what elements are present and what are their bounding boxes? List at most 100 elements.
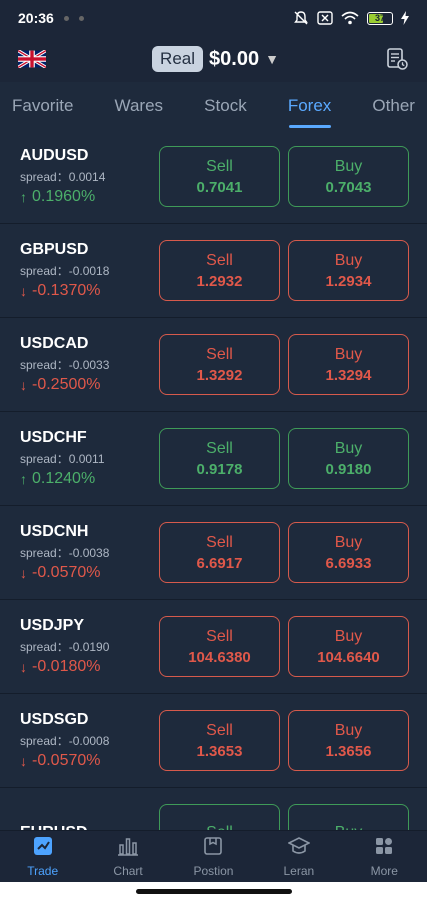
chart-icon [117,835,139,862]
orders-document-icon[interactable] [385,47,409,71]
change-percent: ↓ -0.0180% [20,658,109,676]
sell-button[interactable]: Sell 1.2932 [159,240,280,301]
sell-label: Sell [206,533,233,551]
sell-button[interactable]: Sell 6.6917 [159,522,280,583]
account-balance: $0.00 [209,47,260,70]
change-value: -0.0570% [32,752,101,769]
uk-flag-icon[interactable] [18,50,46,68]
quote-row[interactable]: USDSGD spread：-0.0008 ↓ -0.0570% Sell 1.3653 B… [0,694,427,788]
nav-more[interactable]: More [349,835,419,878]
nav-postion[interactable]: Postion [178,835,248,878]
change-percent: ↑ 0.1240% [20,470,105,488]
buy-price: 0.7043 [325,178,372,196]
symbol-info: USDCHF spread：0.0011 ↑ 0.1240% [20,429,105,488]
arrow-down-icon: ↓ [20,753,27,769]
buy-button[interactable]: Buy 104.6640 [288,616,409,677]
buy-price: 1.3294 [325,366,372,384]
buy-button[interactable]: Buy 1.3656 [288,710,409,771]
change-value: -0.0570% [32,564,101,581]
buy-button[interactable]: Buy [288,804,409,830]
dropdown-caret-icon[interactable]: ▼ [265,51,279,67]
quote-row[interactable]: AUDUSD spread：0.0014 ↑ 0.1960% Sell 0.7041 Buy… [0,130,427,224]
change-value: -0.2500% [32,376,101,393]
sell-button[interactable]: Sell 104.6380 [159,616,280,677]
symbol-info: USDJPY spread：-0.0190 ↓ -0.0180% [20,617,109,676]
sell-price: 1.2932 [196,272,243,290]
sell-label: Sell [206,439,233,457]
quote-row[interactable]: GBPUSD spread：-0.0018 ↓ -0.1370% Sell 1.2932 B… [0,224,427,318]
account-type-badge[interactable]: Real [152,46,204,72]
sell-price: 104.6380 [188,648,251,666]
sell-button[interactable]: Sell 1.3653 [159,710,280,771]
quote-row[interactable]: USDCHF spread：0.0011 ↑ 0.1240% Sell 0.9178 Buy… [0,412,427,506]
trade-icon [32,835,54,862]
tab-stock[interactable]: Stock [204,82,247,130]
change-value: 0.1960% [32,188,96,205]
spread-value: spread：-0.0018 [20,264,110,278]
change-percent: ↓ -0.2500% [20,376,109,394]
arrow-down-icon: ↓ [20,377,27,393]
sell-label: Sell [206,345,233,363]
tab-favorite[interactable]: Favorite [12,82,73,130]
buy-price: 1.2934 [325,272,372,290]
status-bar: 20:36 37 [0,0,427,36]
bottom-navigation: Trade Chart Postion Leran More [0,830,427,882]
sell-button[interactable]: Sell [159,804,280,830]
symbol-name: GBPUSD [20,241,89,258]
quote-row[interactable]: EURUSDSellBuy [0,788,427,830]
quote-row[interactable]: USDCNH spread：-0.0038 ↓ -0.0570% Sell 6.6917 B… [0,506,427,600]
buy-button[interactable]: Buy 1.2934 [288,240,409,301]
tab-wares[interactable]: Wares [115,82,164,130]
quote-row[interactable]: USDCAD spread：-0.0033 ↓ -0.2500% Sell 1.3292 B… [0,318,427,412]
arrow-down-icon: ↓ [20,565,27,581]
buy-price: 6.6933 [325,554,372,572]
buy-button[interactable]: Buy 1.3294 [288,334,409,395]
buy-button[interactable]: Buy 0.9180 [288,428,409,489]
app-header: Real $0.00 ▼ [0,36,427,82]
notification-dot-icon [63,15,69,21]
spread-value: spread：0.0011 [20,452,105,466]
sell-button[interactable]: Sell 0.7041 [159,146,280,207]
spread-value: spread：-0.0190 [20,640,110,654]
symbol-name: USDJPY [20,617,85,634]
trade-buttons: Sell 0.7041 Buy 0.7043 [159,146,409,207]
nav-label: Leran [283,864,315,878]
status-time: 20:36 [18,10,54,26]
nav-label: Trade [27,864,59,878]
nav-chart[interactable]: Chart [93,835,163,878]
buy-price: 1.3656 [325,742,372,760]
sell-label: Sell [206,627,233,645]
symbol-info: AUDUSD spread：0.0014 ↑ 0.1960% [20,147,105,206]
mute-icon [293,10,309,26]
spread-value: spread：-0.0033 [20,358,110,372]
nav-label: Postion [193,864,234,878]
sell-button[interactable]: Sell 1.3292 [159,334,280,395]
tab-other[interactable]: Other [372,82,415,130]
symbol-name: USDSGD [20,711,89,728]
notification-dot-icon [78,15,84,21]
arrow-down-icon: ↓ [20,659,27,675]
symbol-info: USDSGD spread：-0.0008 ↓ -0.0570% [20,711,109,770]
nav-trade[interactable]: Trade [8,835,78,878]
trade-buttons: Sell Buy [159,804,409,830]
account-selector[interactable]: Real $0.00 ▼ [152,46,279,72]
tab-forex[interactable]: Forex [288,82,331,130]
change-percent: ↓ -0.1370% [20,282,109,300]
symbol-name: AUDUSD [20,147,89,164]
nav-label: More [370,864,398,878]
sell-price: 6.6917 [196,554,243,572]
battery-icon: 37 [367,11,393,25]
learn-icon [287,835,311,862]
arrow-up-icon: ↑ [20,189,27,205]
sell-button[interactable]: Sell 0.9178 [159,428,280,489]
buy-button[interactable]: Buy 6.6933 [288,522,409,583]
nav-leran[interactable]: Leran [264,835,334,878]
buy-button[interactable]: Buy 0.7043 [288,146,409,207]
market-tabs: Favorite Wares Stock Forex Other [0,82,427,130]
quote-row[interactable]: USDJPY spread：-0.0190 ↓ -0.0180% Sell 104.638… [0,600,427,694]
trade-buttons: Sell 1.3653 Buy 1.3656 [159,710,409,771]
home-indicator[interactable] [135,888,292,894]
buy-label: Buy [334,627,363,645]
symbol-name: USDCNH [20,523,89,540]
trade-buttons: Sell 104.6380 Buy 104.6640 [159,616,409,677]
